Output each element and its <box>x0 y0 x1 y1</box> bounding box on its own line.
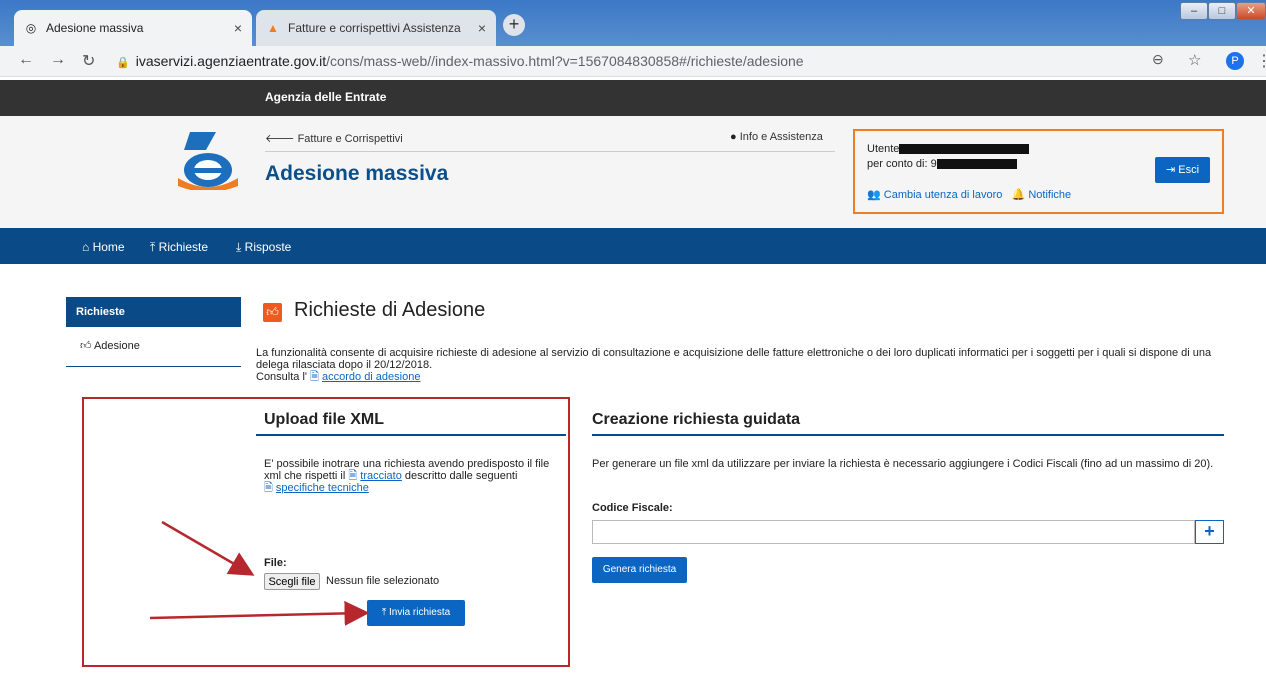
nav-label: Risposte <box>244 240 292 254</box>
annotation-arrows <box>149 520 370 626</box>
new-tab-button[interactable]: + <box>503 14 525 36</box>
agenzia-favicon-icon: ▲ <box>267 21 279 35</box>
accordo-adesione-link[interactable]: accordo di adesione <box>322 371 420 383</box>
tab-title: Fatture e corrispettivi Assistenza <box>288 21 461 35</box>
invia-richiesta-button[interactable]: ⤒ Invia richiesta <box>367 600 465 626</box>
upload-icon: ⤒ <box>381 607 387 618</box>
maximize-window-button[interactable]: □ <box>1208 2 1236 20</box>
download-icon: ⤓ <box>236 240 242 254</box>
lock-icon: 🔒 <box>116 57 130 69</box>
bell-icon: 🔔 <box>1011 189 1026 201</box>
breadcrumb[interactable]: 🡐 Fatture e Corrispettivi <box>265 131 403 145</box>
tab-title: Adesione massiva <box>46 21 144 35</box>
genera-richiesta-button[interactable]: Genera richiesta <box>592 557 687 583</box>
document-icon: 🗎 <box>264 482 273 494</box>
sign-out-icon: ⇥ <box>1165 164 1176 176</box>
minimize-window-button[interactable]: – <box>1180 2 1208 20</box>
guided-text: Per generare un file xml da utilizzare p… <box>592 458 1214 470</box>
per-conto-label: per conto di: 9 <box>867 158 937 170</box>
sidebar-header[interactable]: Richieste <box>66 297 241 327</box>
close-tab-icon[interactable]: × <box>478 20 486 36</box>
info-circle-icon: ● <box>730 131 737 143</box>
agency-brand[interactable]: Agenzia delle Entrate <box>265 90 386 104</box>
back-arrow-icon: 🡐 <box>265 133 298 145</box>
invia-label: Invia richiesta <box>389 607 451 618</box>
per-conto-line: per conto di: 9 <box>867 158 1017 170</box>
redacted-block <box>936 159 1017 170</box>
guided-title: Creazione richiesta guidata <box>592 411 801 428</box>
redacted-block <box>899 144 1030 155</box>
document-icon: 🗎 <box>348 470 358 482</box>
browser-tab-active[interactable]: ◎ Adesione massiva × <box>14 10 252 46</box>
info-link-label: Info e Assistenza <box>739 131 823 143</box>
breadcrumb-link[interactable]: Fatture e Corrispettivi <box>298 133 403 145</box>
nav-richieste[interactable]: ⤒ Richieste <box>150 240 208 255</box>
close-tab-icon[interactable]: × <box>234 20 242 36</box>
utente-label: Utente <box>867 143 900 155</box>
bookmark-star-icon[interactable]: ☆ <box>1188 51 1201 69</box>
app-title: Adesione massiva <box>265 162 449 185</box>
codice-fiscale-input[interactable] <box>592 520 1195 544</box>
thumbs-up-icon: 👍︎ <box>263 303 282 322</box>
notifiche-link[interactable]: Notifiche <box>1028 189 1071 201</box>
url-path: /cons/mass-web//index-massivo.html?v=156… <box>326 53 804 69</box>
browser-toolbar: ← → ↻ 🔒 ivaservizi.agenziaentrate.gov.it/… <box>0 46 1266 77</box>
info-assistenza-link[interactable]: ● Info e Assistenza <box>730 131 823 143</box>
user-line: Utente <box>867 143 1030 155</box>
reload-icon[interactable]: ↻ <box>82 51 95 71</box>
thumbs-up-icon: 👍︎ <box>80 340 92 352</box>
home-icon: ⌂ <box>82 240 90 254</box>
nav-label: Richieste <box>158 240 209 254</box>
cambia-utenza-link[interactable]: Cambia utenza di lavoro <box>884 189 1003 201</box>
logout-button[interactable]: ⇥ Esci <box>1155 157 1210 183</box>
description: La funzionalità consente di acquisire ri… <box>256 347 1236 383</box>
codice-fiscale-label: Codice Fiscale: <box>592 502 673 514</box>
logout-label: Esci <box>1178 164 1200 176</box>
users-icon: 👥 <box>867 189 881 201</box>
annotation-arrow-file <box>161 520 255 576</box>
divider <box>592 434 1224 436</box>
divider <box>265 151 835 152</box>
upload-text-2: descritto dalle seguenti <box>404 470 518 482</box>
nav-home[interactable]: ⌂ Home <box>82 240 125 254</box>
add-codice-fiscale-button[interactable]: + <box>1195 520 1224 544</box>
page-title: Richieste di Adesione <box>294 299 486 321</box>
upload-title: Upload file XML <box>264 411 384 428</box>
agency-topbar: Agenzia delle Entrate <box>0 80 1266 116</box>
agenzia-logo <box>178 132 238 190</box>
user-links: 👥 Cambia utenza di lavoro 🔔 Notifiche <box>867 188 1071 201</box>
profile-avatar[interactable]: P <box>1226 52 1244 70</box>
forward-arrow-icon[interactable]: → <box>50 51 66 69</box>
sidebar-item-adesione[interactable]: 👍︎ Adesione <box>66 333 241 367</box>
divider <box>256 434 566 436</box>
nav-label: Home <box>92 240 125 254</box>
consulta-prefix: Consulta l' <box>256 371 308 383</box>
specifiche-tecniche-link[interactable]: specifiche tecniche <box>276 482 369 494</box>
upload-text: E' possibile inotrare una richiesta aven… <box>264 458 569 494</box>
nav-risposte[interactable]: ⤓ Risposte <box>236 240 291 255</box>
url-host: ivaservizi.agenziaentrate.gov.it <box>135 53 327 69</box>
description-text: La funzionalità consente di acquisire ri… <box>256 347 1212 371</box>
address-bar[interactable]: 🔒 ivaservizi.agenziaentrate.gov.it/cons/m… <box>116 49 1202 73</box>
menu-kebab-icon[interactable]: ⋮ <box>1256 51 1266 71</box>
sidebar-item-label: Adesione <box>93 340 140 352</box>
document-icon: 🗎 <box>310 371 319 383</box>
close-window-button[interactable]: ✕ <box>1236 2 1266 20</box>
annotation-arrow-submit <box>149 600 370 626</box>
browser-tab[interactable]: ▲ Fatture e corrispettivi Assistenza × <box>256 10 496 46</box>
globe-icon: ◎ <box>25 21 37 35</box>
back-arrow-icon[interactable]: ← <box>18 51 34 69</box>
tracciato-link[interactable]: tracciato <box>360 470 402 482</box>
zoom-icon[interactable]: ⊖ <box>1152 51 1164 68</box>
upload-icon: ⤒ <box>150 240 156 254</box>
